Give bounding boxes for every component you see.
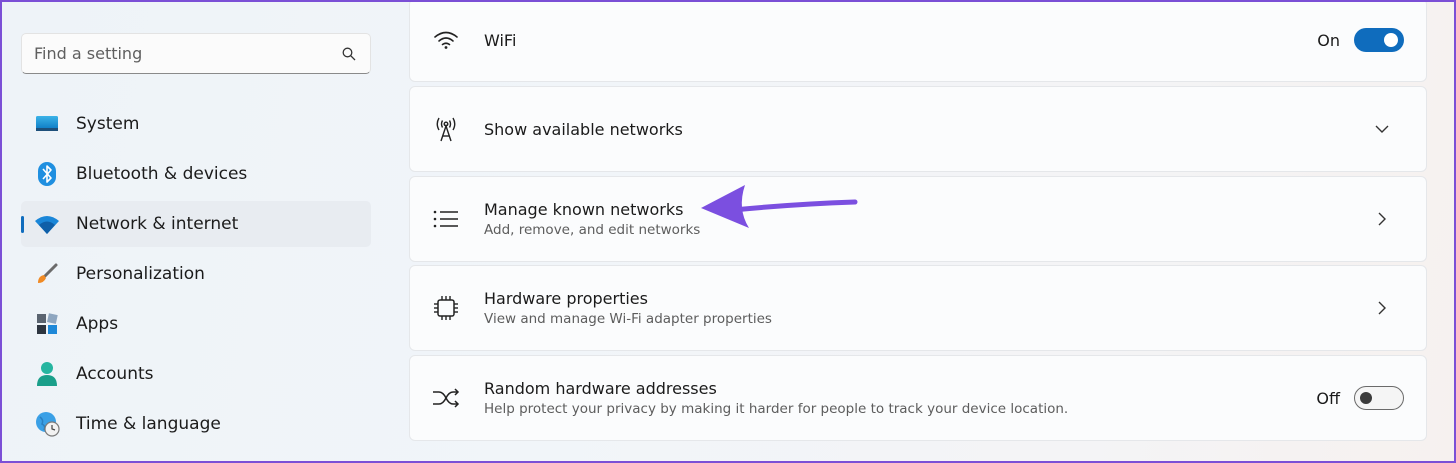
random-addresses-desc: Help protect your privacy by making it h… [484, 401, 1069, 417]
account-icon [34, 361, 60, 387]
antenna-icon [432, 115, 460, 143]
wifi-toggle[interactable] [1354, 28, 1404, 52]
sidebar-item-label: Personalization [76, 264, 205, 284]
sidebar-item-label: Apps [76, 314, 119, 334]
apps-icon [34, 311, 60, 337]
search-input[interactable] [34, 44, 340, 63]
known-networks-desc: Add, remove, and edit networks [484, 222, 701, 238]
random-addresses-toggle[interactable] [1354, 386, 1404, 410]
toggle-knob [1360, 392, 1372, 404]
list-icon [432, 205, 460, 233]
hardware-properties-title: Hardware properties [484, 289, 648, 308]
chip-icon [432, 294, 460, 322]
known-networks-title: Manage known networks [484, 200, 684, 219]
sidebar-item-apps[interactable]: Apps [21, 301, 371, 347]
globe-clock-icon [34, 411, 60, 437]
sidebar-item-personalization[interactable]: Personalization [21, 251, 371, 297]
available-networks-title: Show available networks [484, 119, 683, 139]
sidebar-item-time-language[interactable]: Time & language [21, 401, 371, 447]
chevron-right-icon[interactable] [1372, 298, 1392, 318]
shuffle-icon [432, 384, 460, 412]
wifi-setting-card[interactable]: WiFi On [409, 0, 1427, 82]
sidebar-item-label: Bluetooth & devices [76, 164, 248, 184]
chevron-down-icon[interactable] [1372, 119, 1392, 139]
sidebar-item-bluetooth[interactable]: Bluetooth & devices [21, 151, 371, 197]
search-icon[interactable] [340, 45, 358, 63]
annotation-arrow [701, 185, 858, 228]
available-networks-card[interactable]: Show available networks [409, 86, 1427, 172]
sidebar-item-label: Accounts [76, 364, 154, 384]
wifi-title: WiFi [484, 30, 517, 50]
wifi-icon [34, 211, 60, 237]
random-addresses-title: Random hardware addresses [484, 379, 717, 398]
bluetooth-icon [34, 161, 60, 187]
brush-icon [34, 261, 60, 287]
sidebar-item-label: Time & language [76, 414, 221, 434]
known-networks-card[interactable]: Manage known networks Add, remove, and e… [409, 176, 1427, 262]
random-addresses-state-label: Off [1316, 388, 1340, 408]
system-icon [34, 111, 60, 137]
wifi-icon [432, 26, 460, 54]
chevron-right-icon[interactable] [1372, 209, 1392, 229]
random-addresses-card[interactable]: Random hardware addresses Help protect y… [409, 355, 1427, 441]
sidebar-item-label: System [76, 114, 140, 134]
sidebar-item-label: Network & internet [76, 214, 239, 234]
sidebar-item-system[interactable]: System [21, 101, 371, 147]
wifi-state-label: On [1317, 30, 1340, 50]
sidebar-nav: System Bluetooth & devices Network & int… [21, 101, 371, 451]
toggle-knob [1384, 33, 1398, 47]
sidebar-item-accounts[interactable]: Accounts [21, 351, 371, 397]
hardware-properties-card[interactable]: Hardware properties View and manage Wi-F… [409, 265, 1427, 351]
hardware-properties-desc: View and manage Wi-Fi adapter properties [484, 311, 772, 327]
search-box[interactable] [21, 33, 371, 74]
sidebar-item-network[interactable]: Network & internet [21, 201, 371, 247]
